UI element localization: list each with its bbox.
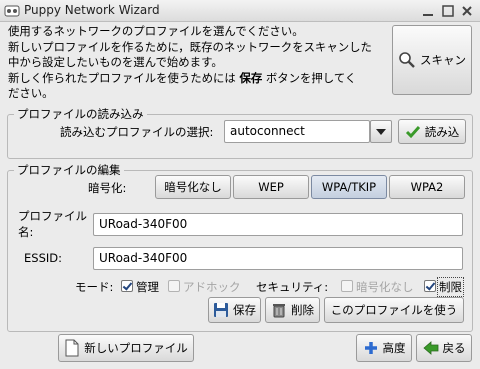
intro-line: 中から設定したいものを選んで始めます。 — [8, 55, 223, 69]
mode-label: モード: — [75, 280, 114, 294]
magnifier-icon — [398, 51, 416, 69]
intro-text: 使用するネットワークのプロファイルを選んでください。 新しいプロファイルを作るた… — [8, 24, 392, 102]
security-label: セキュリティ: — [256, 280, 329, 294]
new-document-icon — [64, 339, 80, 357]
save-button[interactable]: 保存 — [208, 297, 261, 323]
back-arrow-icon — [422, 340, 439, 356]
security-open-label: 暗号化なし — [356, 280, 414, 294]
title-bar: Puppy Network Wizard — [0, 0, 480, 22]
window-title: Puppy Network Wizard — [24, 3, 160, 17]
intro-line: 使用するネットワークのプロファイルを選んでください。 — [8, 24, 304, 38]
intro-line: ださい。 — [8, 86, 54, 100]
checkmark-icon — [405, 124, 421, 140]
encryption-none-button[interactable]: 暗号化なし — [155, 175, 231, 199]
back-button-label: 戻る — [442, 341, 466, 355]
essid-field[interactable]: URoad-340F00 — [93, 247, 463, 270]
security-restricted-checkbox[interactable] — [424, 280, 436, 292]
profile-name-field[interactable]: URoad-340F00 — [93, 213, 463, 236]
trash-icon — [271, 302, 287, 318]
profile-select-label: 読み込むプロファイルの選択: — [60, 125, 214, 139]
mode-adhoc-label: アドホック — [183, 280, 241, 294]
encryption-label: 暗号化: — [88, 181, 127, 195]
floppy-disk-icon — [213, 302, 229, 318]
intro-line: 新しく作られたプロファイルを使うためには 保存 ボタンを押してく — [8, 71, 392, 87]
wizard-window: 使用するネットワークのプロファイルを選んでください。 新しいプロファイルを作るた… — [0, 22, 480, 369]
intro-text-part: ボタンを押してく — [262, 70, 357, 85]
use-profile-button[interactable]: このプロファイルを使う — [324, 297, 464, 323]
save-button-label: 保存 — [233, 303, 256, 317]
load-button[interactable]: 読み込 — [398, 119, 466, 144]
encryption-wep-button[interactable]: WEP — [233, 175, 309, 199]
plus-icon — [363, 340, 379, 356]
intro-bold-save: 保存 — [239, 70, 263, 85]
intro-text-part: 新しく作られたプロファイルを使うためには — [8, 70, 240, 85]
load-profile-title: プロファイルの読み込み — [14, 106, 147, 122]
back-button[interactable]: 戻る — [416, 334, 472, 362]
mode-adhoc-checkbox[interactable] — [168, 280, 180, 292]
chevron-down-icon[interactable] — [370, 120, 392, 143]
delete-button[interactable]: 削除 — [265, 297, 320, 323]
maximize-icon[interactable] — [440, 3, 456, 19]
mode-managed-label: 管理 — [136, 280, 159, 294]
advanced-button[interactable]: 高度 — [356, 334, 412, 362]
scan-button[interactable]: スキャン — [392, 25, 472, 95]
security-open-checkbox[interactable] — [341, 280, 353, 292]
close-icon[interactable] — [459, 3, 475, 19]
essid-label: ESSID: — [24, 251, 62, 265]
load-button-label: 読み込 — [424, 124, 460, 139]
encryption-wpa-tkip-button[interactable]: WPA/TKIP — [311, 175, 387, 199]
minimize-icon[interactable] — [420, 3, 436, 19]
mode-managed-checkbox[interactable] — [121, 280, 133, 292]
app-icon — [4, 3, 20, 19]
encryption-wpa2-button[interactable]: WPA2 — [389, 175, 465, 199]
intro-line: 新しいプロファイルを作るために，既存のネットワークをスキャンした — [8, 39, 372, 54]
advanced-button-label: 高度 — [382, 341, 406, 355]
new-profile-button[interactable]: 新しいプロファイル — [58, 334, 194, 362]
profile-select[interactable]: autoconnect — [224, 120, 370, 143]
security-restricted-label: 制限 — [437, 277, 464, 297]
profile-name-label-line: 名: — [18, 225, 34, 239]
profile-name-label-line: プロファイル — [18, 209, 87, 223]
scan-button-label: スキャン — [420, 53, 466, 67]
edit-profile-title: プロファイルの編集 — [14, 162, 124, 178]
profile-name-label: プロファイル 名: — [18, 208, 87, 240]
new-profile-button-label: 新しいプロファイル — [84, 341, 188, 355]
delete-button-label: 削除 — [291, 303, 314, 317]
